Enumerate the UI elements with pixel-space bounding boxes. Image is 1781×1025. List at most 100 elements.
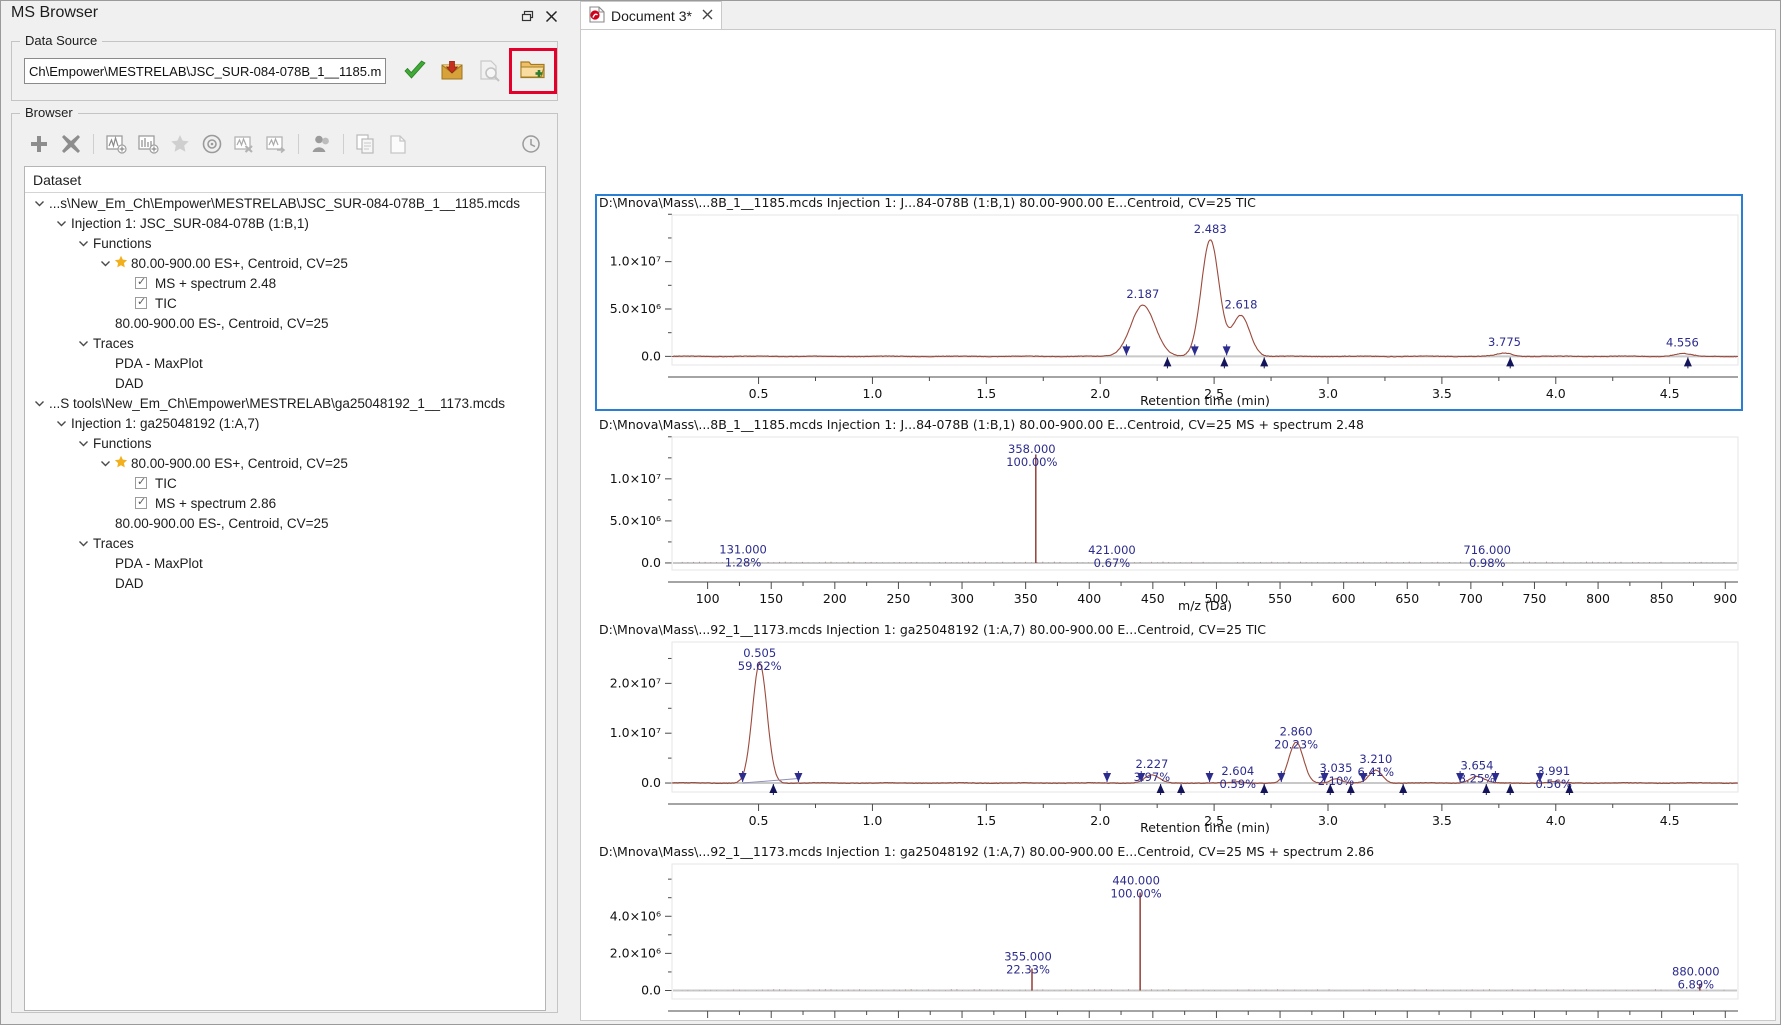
tree-item-label: PDA - MaxPlot (115, 555, 203, 571)
svg-text:400: 400 (1077, 1020, 1101, 1021)
inspect-search-icon[interactable] (474, 58, 504, 84)
svg-text:3.210: 3.210 (1359, 752, 1392, 766)
remove-icon[interactable] (56, 129, 86, 159)
add-spectrum-icon[interactable] (101, 129, 131, 159)
svg-text:2.0: 2.0 (1090, 386, 1110, 401)
favorite-star-icon[interactable] (113, 255, 129, 272)
chevron-down-icon[interactable] (75, 535, 91, 551)
plot-area[interactable]: 0.0 1.0×10⁷ 2.0×10⁷ 0.5 1.0 1.5 2.0 2.5 3.0 3.5 4.… (594, 638, 1759, 843)
svg-text:700: 700 (1459, 1020, 1483, 1021)
tree-item[interactable]: Functions (25, 233, 545, 253)
tab-document-3[interactable]: Document 3* (580, 1, 722, 29)
plot-tic-1185[interactable]: D:\Mnova\Mass\...8B_1__1185.mcds Injecti… (594, 194, 1759, 416)
copy-icon[interactable] (351, 129, 381, 159)
tree-item[interactable]: Functions (25, 433, 545, 453)
tab-strip: Document 3* (576, 1, 1780, 29)
svg-text:450: 450 (1141, 1020, 1165, 1021)
svg-text:880.000: 880.000 (1672, 965, 1720, 979)
tree-item[interactable]: 80.00-900.00 ES+, Centroid, CV=25 (25, 453, 545, 473)
plot-tic-1173[interactable]: D:\Mnova\Mass\...92_1__1173.mcds Injecti… (594, 621, 1759, 843)
checkbox[interactable] (135, 475, 147, 489)
checkbox[interactable] (135, 275, 147, 289)
data-source-path-input[interactable] (24, 58, 386, 84)
svg-text:100: 100 (696, 591, 720, 606)
svg-text:4.0: 4.0 (1546, 813, 1566, 828)
svg-text:3.25%: 3.25% (1459, 771, 1496, 785)
chevron-down-icon[interactable] (53, 415, 69, 431)
tree-item-label: PDA - MaxPlot (115, 355, 203, 371)
tree-item-label: DAD (115, 575, 144, 591)
svg-text:550: 550 (1268, 591, 1292, 606)
svg-text:100: 100 (696, 1020, 720, 1021)
document-canvas[interactable]: D:\Mnova\Mass\...8B_1__1185.mcds Injecti… (580, 29, 1776, 1021)
chevron-down-icon[interactable] (75, 335, 91, 351)
dataset-tree[interactable]: Dataset ...s\New_Em_Ch\Empower\MESTRELAB… (24, 166, 546, 1011)
restore-window-icon[interactable] (516, 5, 538, 27)
favorite-star-icon[interactable] (165, 129, 195, 159)
svg-text:0.59%: 0.59% (1220, 777, 1257, 791)
svg-text:1.0×10⁷: 1.0×10⁷ (610, 471, 661, 486)
add-icon[interactable] (24, 129, 54, 159)
tree-item[interactable]: PDA - MaxPlot (25, 353, 545, 373)
plot-area[interactable]: 0.0 2.0×10⁶ 4.0×10⁶ 100 150 200 250 300 350 400 45… (594, 860, 1759, 1021)
remove-plot-icon[interactable] (229, 129, 259, 159)
plot-ms-1185-248[interactable]: D:\Mnova\Mass\...8B_1__1185.mcds Injecti… (594, 416, 1759, 621)
svg-text:m/z (Da): m/z (Da) (1178, 598, 1232, 613)
chevron-down-icon[interactable] (53, 215, 69, 231)
tree-item[interactable]: Traces (25, 333, 545, 353)
plot-area[interactable]: 0.0 5.0×10⁶ 1.0×10⁷ 0.5 1.0 1.5 2.0 2.5 3.0 3.5 4.… (594, 194, 1759, 416)
export-plot-icon[interactable] (261, 129, 291, 159)
tree-item[interactable]: 80.00-900.00 ES-, Centroid, CV=25 (25, 313, 545, 333)
tree-item[interactable]: DAD (25, 373, 545, 393)
tree-item[interactable]: MS + spectrum 2.86 (25, 493, 545, 513)
tree-item[interactable]: MS + spectrum 2.48 (25, 273, 545, 293)
tree-item[interactable]: Injection 1: JSC_SUR-084-078B (1:B,1) (25, 213, 545, 233)
tree-item[interactable]: ...S tools\New_Em_Ch\Empower\MESTRELAB\g… (25, 393, 545, 413)
svg-text:20.23%: 20.23% (1274, 737, 1318, 751)
tree-item-label: TIC (155, 295, 177, 311)
svg-text:350: 350 (1014, 591, 1038, 606)
validate-check-icon[interactable] (400, 58, 430, 84)
favorite-star-icon[interactable] (113, 455, 129, 472)
target-icon[interactable] (197, 129, 227, 159)
tree-item[interactable]: PDA - MaxPlot (25, 553, 545, 573)
add-chromatogram-icon[interactable] (133, 129, 163, 159)
svg-text:358.000: 358.000 (1008, 442, 1056, 456)
close-icon[interactable] (540, 5, 562, 27)
close-icon[interactable] (702, 8, 713, 23)
svg-text:2.0×10⁷: 2.0×10⁷ (610, 675, 661, 690)
tree-item[interactable]: TIC (25, 473, 545, 493)
tree-item[interactable]: 80.00-900.00 ES-, Centroid, CV=25 (25, 513, 545, 533)
svg-text:2.618: 2.618 (1225, 298, 1258, 312)
mnova-document-icon (589, 5, 605, 26)
svg-text:0.5: 0.5 (749, 386, 769, 401)
user-icon[interactable] (306, 129, 336, 159)
svg-text:3.775: 3.775 (1488, 335, 1521, 349)
tree-item[interactable]: TIC (25, 293, 545, 313)
history-icon[interactable] (516, 129, 546, 159)
tree-item[interactable]: Traces (25, 533, 545, 553)
tree-item[interactable]: 80.00-900.00 ES+, Centroid, CV=25 (25, 253, 545, 273)
svg-text:2.187: 2.187 (1126, 287, 1159, 301)
tree-item[interactable]: DAD (25, 573, 545, 593)
chevron-down-icon[interactable] (75, 235, 91, 251)
tree-item[interactable]: ...s\New_Em_Ch\Empower\MESTRELAB\JSC_SUR… (25, 193, 545, 213)
chevron-down-icon[interactable] (97, 455, 113, 471)
checkbox[interactable] (135, 495, 147, 509)
chevron-down-icon[interactable] (31, 395, 47, 411)
paste-icon[interactable] (383, 129, 413, 159)
svg-text:0.98%: 0.98% (1469, 556, 1506, 570)
chevron-down-icon[interactable] (97, 255, 113, 271)
svg-text:355.000: 355.000 (1004, 950, 1052, 964)
checkbox[interactable] (135, 295, 147, 309)
chevron-down-icon[interactable] (75, 435, 91, 451)
download-icon[interactable] (437, 58, 467, 84)
plot-ms-1173-286[interactable]: D:\Mnova\Mass\...92_1__1173.mcds Injecti… (594, 843, 1759, 1021)
tree-item-label: DAD (115, 375, 144, 391)
chevron-down-icon[interactable] (31, 195, 47, 211)
svg-text:2.483: 2.483 (1194, 222, 1227, 236)
svg-text:300: 300 (950, 1020, 974, 1021)
open-folder-add-button[interactable] (509, 48, 557, 94)
plot-area[interactable]: 0.0 5.0×10⁶ 1.0×10⁷ 100 150 200 250 300 350 400 45… (594, 433, 1759, 621)
tree-item[interactable]: Injection 1: ga25048192 (1:A,7) (25, 413, 545, 433)
